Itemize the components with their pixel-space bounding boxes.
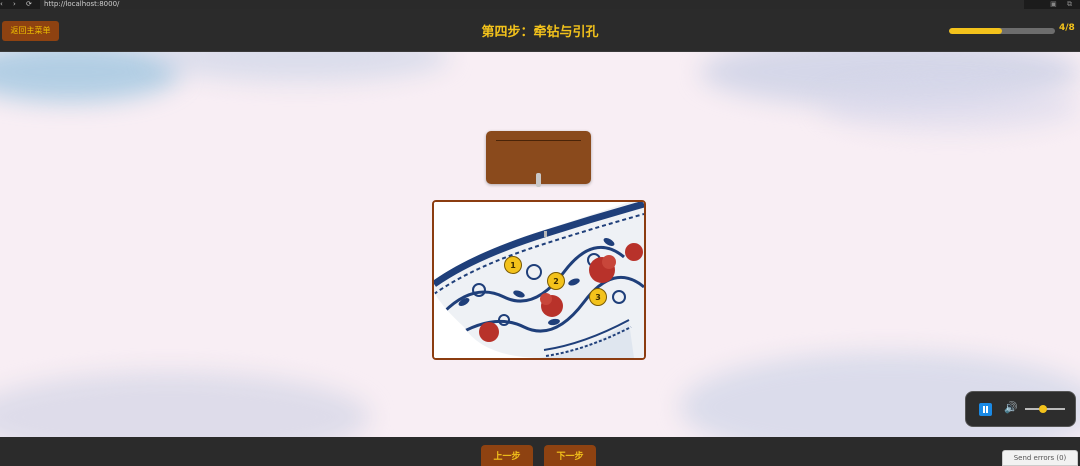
block-groove: [496, 140, 581, 141]
browser-extension-icons[interactable]: ▣ ⧉: [1050, 0, 1076, 9]
send-errors-button[interactable]: Send errors (0): [1002, 450, 1078, 466]
page-title: 第四步：牵钻与引孔: [481, 25, 599, 40]
porcelain-bowl-image: [434, 202, 644, 358]
progress-bar: [949, 28, 1055, 34]
background-cloud: [820, 82, 1080, 132]
top-header: 返回主菜单 第四步：牵钻与引孔 4/8: [0, 9, 1080, 52]
drill-point-marker[interactable]: 1: [504, 256, 522, 274]
pause-button[interactable]: [979, 403, 992, 416]
drill-point-marker[interactable]: 3: [589, 288, 607, 306]
background-cloud: [150, 52, 450, 82]
background-cloud: [0, 372, 370, 437]
volume-slider[interactable]: [1025, 405, 1065, 413]
bowl-image-frame: 1 2 3: [432, 200, 646, 360]
next-step-button[interactable]: 下一步: [544, 445, 596, 466]
audio-player: 🔊: [965, 391, 1076, 427]
address-bar[interactable]: http://localhost:8000/: [40, 0, 1024, 9]
volume-slider-thumb[interactable]: [1039, 405, 1047, 413]
browser-bar: ‹ › ⟳ http://localhost:8000/ ▣ ⧉: [0, 0, 1080, 9]
drill-bit[interactable]: [536, 173, 541, 187]
progress-fill: [949, 28, 1002, 34]
browser-nav-icons[interactable]: ‹ › ⟳: [0, 0, 36, 9]
main-stage: 1 2 3 🔊: [0, 52, 1080, 437]
bottom-footer: 上一步 下一步 Send errors (0): [0, 437, 1080, 466]
previous-step-button[interactable]: 上一步: [481, 445, 533, 466]
volume-icon[interactable]: 🔊: [1004, 401, 1018, 414]
progress-counter: 4/8: [1059, 23, 1075, 33]
drill-point-marker[interactable]: 2: [547, 272, 565, 290]
